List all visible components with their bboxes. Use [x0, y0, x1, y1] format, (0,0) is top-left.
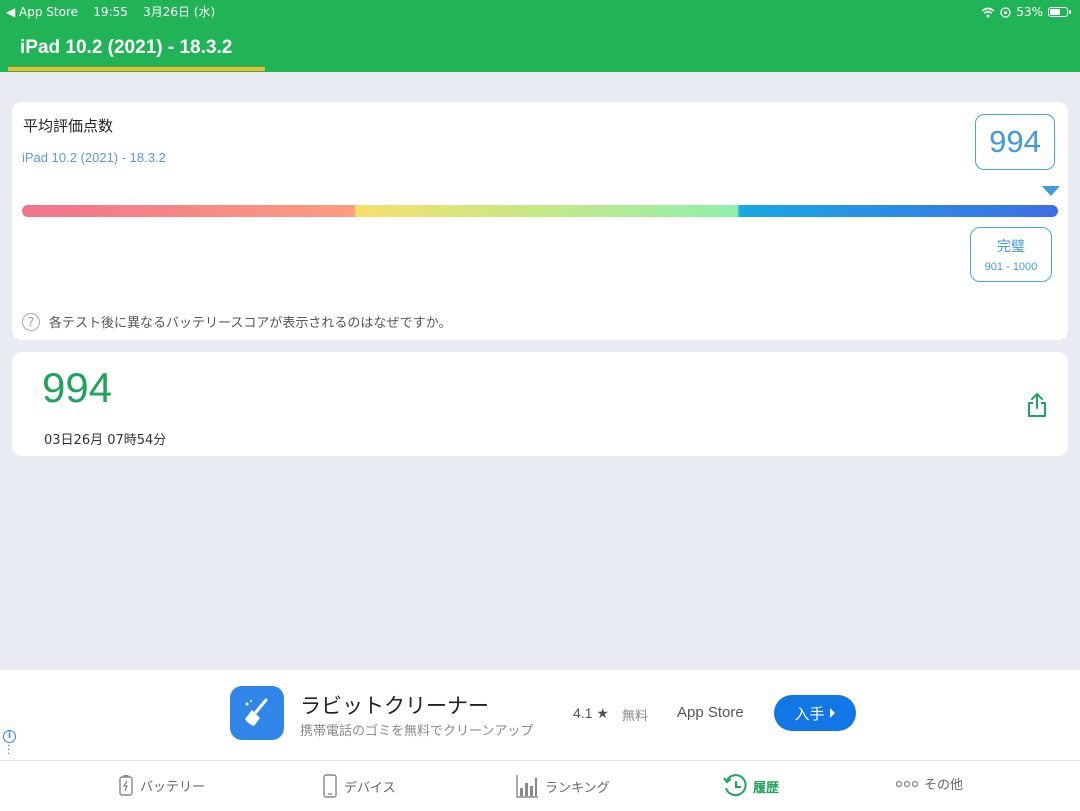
more-icon — [896, 780, 918, 787]
ranking-chart-icon — [516, 775, 538, 798]
tab-ranking-label: ランキング — [545, 780, 610, 796]
orientation-lock-icon — [1000, 6, 1011, 18]
tab-history[interactable]: 履歴 — [723, 774, 779, 798]
device-icon — [323, 774, 337, 798]
ad-options-icon[interactable]: · · · — [7, 742, 10, 760]
app-header: ◀ App Store 19:55 3月26日 (水) 53% iPad 10.… — [0, 0, 1080, 72]
rating-badge: 完璧 901 - 1000 — [970, 227, 1052, 282]
back-app-label: App Store — [19, 5, 79, 19]
ad-price: 無料 — [622, 709, 649, 724]
tab-device[interactable]: デバイス — [322, 774, 396, 798]
help-text: 各テスト後に異なるバッテリースコアが表示されるのはなぜですか。 — [49, 316, 452, 331]
chevron-right-icon — [829, 708, 835, 718]
device-subtitle: iPad 10.2 (2021) - 18.3.2 — [22, 150, 166, 165]
ad-app-name[interactable]: ラビットクリーナー — [300, 690, 489, 720]
device-tab-title[interactable]: iPad 10.2 (2021) - 18.3.2 — [20, 37, 232, 59]
ad-get-button[interactable]: 入手 — [774, 695, 856, 731]
battery-percent: 53% — [1016, 5, 1043, 19]
ad-app-icon[interactable] — [230, 686, 284, 740]
result-score: 994 — [42, 364, 113, 411]
ad-store: App Store — [677, 704, 744, 721]
question-icon: ? — [22, 312, 40, 331]
status-bar-right: 53% — [981, 3, 1071, 21]
tab-device-label: デバイス — [344, 780, 396, 796]
ad-description: 携帯電話のゴミを無料でクリーンアップ — [300, 724, 534, 739]
tab-ranking[interactable]: ランキング — [515, 774, 610, 798]
score-scale-bar — [22, 205, 1058, 217]
ad-rating: 4.1 ★ — [573, 705, 609, 721]
ad-get-button-label: 入手 — [794, 704, 825, 723]
tab-battery-label: バッテリー — [140, 779, 206, 795]
tab-more[interactable]: その他 — [896, 774, 963, 793]
tab-more-label: その他 — [924, 778, 964, 793]
broom-icon — [245, 698, 268, 726]
tab-history-label: 履歴 — [753, 780, 780, 796]
rating-range: 901 - 1000 — [984, 261, 1038, 273]
average-score-box: 994 — [975, 114, 1055, 170]
ad-banner[interactable]: ラビットクリーナー 携帯電話のゴミを無料でクリーンアップ 4.1 ★ 無料 Ap… — [0, 670, 1080, 760]
back-to-app-link[interactable]: ◀ App Store — [6, 5, 78, 19]
share-icon[interactable] — [1026, 392, 1048, 418]
tab-battery[interactable]: バッテリー — [118, 774, 205, 796]
average-score-title: 平均評価点数 — [23, 117, 114, 135]
status-date: 3月26日 (水) — [143, 5, 216, 19]
battery-icon — [1048, 7, 1071, 17]
tab-underline — [8, 67, 265, 71]
wifi-icon — [981, 7, 995, 17]
battery-icon — [119, 775, 133, 796]
status-time: 19:55 — [93, 5, 128, 19]
rating-label: 完璧 — [997, 239, 1025, 255]
bottom-tab-bar: バッテリー デバイス ランキング 履歴 その他 — [0, 760, 1080, 811]
history-icon — [723, 774, 747, 797]
average-score-card: 平均評価点数 iPad 10.2 (2021) - 18.3.2 994 完璧 … — [12, 102, 1068, 340]
result-datetime: 03日26月 07時54分 — [44, 433, 167, 448]
score-marker-icon — [1042, 186, 1060, 196]
help-link[interactable]: ? 各テスト後に異なるバッテリースコアが表示されるのはなぜですか。 — [22, 312, 451, 331]
history-result-card[interactable]: 994 03日26月 07時54分 — [12, 352, 1068, 456]
status-bar-left: ◀ App Store 19:55 3月26日 (水) — [6, 3, 215, 21]
